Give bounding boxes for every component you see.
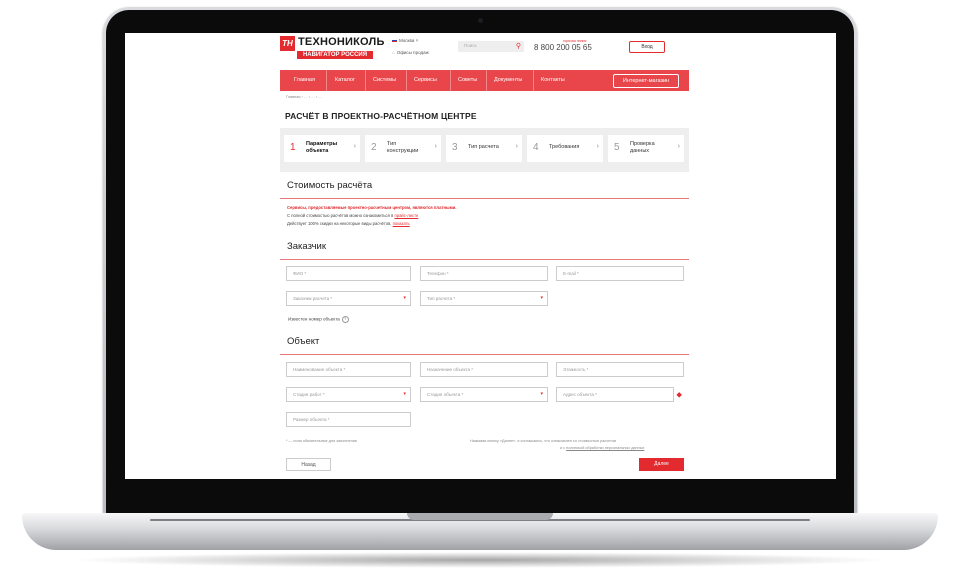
privacy-policy-link[interactable]: политикой обработки персональных данных: [566, 446, 644, 450]
step-label: Проверка данных: [630, 141, 655, 154]
step-number: 5: [614, 142, 620, 153]
work-stage-select[interactable]: Стадия работ * ▾: [286, 387, 411, 402]
laptop-screen: ТН ТЕХНОНИКОЛЬ НАВИГАТОР РОССИЯ Москва ˅…: [125, 33, 836, 479]
step-number: 3: [452, 142, 458, 153]
logo-tagline: НАВИГАТОР РОССИЯ: [297, 51, 373, 59]
search-icon[interactable]: ⚲: [516, 42, 521, 50]
help-icon[interactable]: ?: [341, 316, 349, 323]
object-heading: Объект: [287, 336, 320, 347]
step-parameters[interactable]: 1 Параметры объекта ›: [284, 135, 360, 162]
next-button[interactable]: Далее: [639, 458, 684, 471]
chevron-right-icon: ›: [677, 143, 680, 150]
price-list-note: С полной стоимостью расчётов можно ознак…: [287, 213, 419, 218]
chevron-right-icon: ›: [434, 143, 437, 150]
cost-heading: Стоимость расчёта: [287, 180, 373, 191]
nav-item-services[interactable]: Сервисы: [414, 70, 437, 91]
sales-offices-link[interactable]: ⌂ Офисы продаж: [392, 50, 429, 55]
office-label: Офисы продаж: [396, 50, 429, 55]
paid-services-note: Сервисы, предоставляемые проектно-расчет…: [287, 205, 457, 210]
search-placeholder: Поиск: [464, 43, 477, 48]
price-list-link[interactable]: прайс-листе: [394, 213, 418, 218]
russia-flag-icon: [392, 39, 397, 43]
laptop-notch: [407, 513, 553, 520]
chevron-right-icon: ›: [596, 143, 599, 150]
nav-item-contacts[interactable]: Контакты: [541, 70, 565, 91]
breadcrumb[interactable]: Главная › … › … › …: [286, 95, 322, 99]
main-nav: Главная Каталог Системы Сервисы Советы Д…: [280, 70, 689, 91]
floors-field[interactable]: Этажность *: [556, 362, 684, 377]
address-field[interactable]: Адрес объекта * ⬥: [556, 387, 682, 402]
phone-number[interactable]: 8 800 200 05 65: [534, 43, 592, 52]
step-label: Параметры объекта: [306, 141, 338, 154]
dropdown-arrow-icon: ▾: [540, 391, 543, 397]
laptop-shadow: [70, 552, 890, 568]
main-content: Главная › … › … › … РАСЧЁТ В ПРОЕКТНО-РА…: [280, 91, 689, 479]
page-title: РАСЧЁТ В ПРОЕКТНО-РАСЧЁТНОМ ЦЕНТРЕ: [285, 111, 477, 121]
region-label: Москва ˅: [399, 38, 419, 43]
customer-heading: Заказчик: [287, 241, 327, 252]
chevron-right-icon: ›: [353, 143, 356, 150]
object-stage-select[interactable]: Стадия объекта * ▾: [420, 387, 548, 402]
nav-separator: [365, 70, 366, 91]
online-shop-button[interactable]: Интернет-магазин: [613, 74, 679, 88]
search-input[interactable]: Поиск ⚲: [458, 41, 524, 52]
section-divider: [280, 259, 689, 260]
back-button[interactable]: Назад: [286, 458, 331, 471]
login-button[interactable]: Вход: [629, 41, 665, 53]
step-construction[interactable]: 2 Тип конструкции ›: [365, 135, 441, 162]
show-discounts-link[interactable]: показать: [393, 221, 410, 226]
nav-item-catalog[interactable]: Каталог: [335, 70, 355, 91]
dropdown-arrow-icon: ▾: [540, 295, 543, 301]
step-label: Тип конструкции: [387, 141, 419, 154]
required-note: * — поля обязательные для заполнения: [286, 439, 357, 443]
full-name-field[interactable]: ФИО *: [286, 266, 411, 281]
nav-separator: [450, 70, 451, 91]
step-label: Требования: [549, 144, 580, 150]
dropdown-arrow-icon: ▾: [403, 295, 406, 301]
nav-item-advice[interactable]: Советы: [458, 70, 477, 91]
logo-mark-icon: ТН: [280, 36, 295, 51]
chevron-right-icon: ›: [515, 143, 518, 150]
calc-type-select[interactable]: Тип расчета * ▾: [420, 291, 548, 306]
known-object-number-toggle[interactable]: Известен номер объекта?: [288, 316, 349, 323]
consent-note: Нажимая кнопку «Далее», я соглашаюсь, чт…: [470, 439, 616, 443]
section-divider: [280, 354, 689, 355]
nav-separator: [406, 70, 407, 91]
section-divider: [280, 198, 689, 199]
map-pin-icon[interactable]: ⬥: [676, 390, 682, 400]
step-number: 4: [533, 142, 539, 153]
customer-type-select[interactable]: Заказчик расчета * ▾: [286, 291, 411, 306]
nav-item-systems[interactable]: Системы: [373, 70, 396, 91]
discount-note: Действует 100% скидки на некоторые виды …: [287, 221, 410, 226]
step-check[interactable]: 5 Проверка данных ›: [608, 135, 684, 162]
email-field[interactable]: E-mail *: [556, 266, 684, 281]
nav-item-home[interactable]: Главная: [294, 70, 315, 91]
location-icon: ⌂: [392, 50, 395, 55]
site-header: ТН ТЕХНОНИКОЛЬ НАВИГАТОР РОССИЯ Москва ˅…: [280, 33, 688, 67]
step-number: 2: [371, 142, 377, 153]
phone-field[interactable]: Телефон *: [420, 266, 548, 281]
nav-separator: [533, 70, 534, 91]
step-number: 1: [290, 142, 296, 153]
nav-separator: [326, 70, 327, 91]
object-purpose-field[interactable]: Назначение объекта *: [420, 362, 548, 377]
dropdown-arrow-icon: ▾: [403, 391, 406, 397]
step-calc-type[interactable]: 3 Тип расчета ›: [446, 135, 522, 162]
web-page: ТН ТЕХНОНИКОЛЬ НАВИГАТОР РОССИЯ Москва ˅…: [125, 33, 836, 479]
object-name-field[interactable]: Наименование объекта *: [286, 362, 411, 377]
object-size-field[interactable]: Размер объекта *: [286, 412, 411, 427]
consent-note-line2: и с политикой обработки персональных дан…: [560, 446, 645, 450]
camera-icon: [478, 18, 483, 23]
step-requirements[interactable]: 4 Требования ›: [527, 135, 603, 162]
step-label: Тип расчета: [468, 144, 499, 150]
nav-item-documents[interactable]: Документы: [494, 70, 522, 91]
logo-name: ТЕХНОНИКОЛЬ: [298, 36, 385, 48]
nav-separator: [486, 70, 487, 91]
region-selector[interactable]: Москва ˅: [392, 38, 418, 43]
